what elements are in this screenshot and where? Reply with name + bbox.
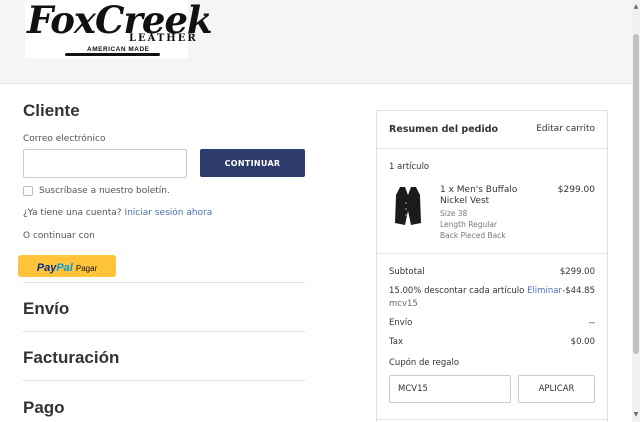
continue-button[interactable]: CONTINUAR xyxy=(200,149,305,177)
payment-heading[interactable]: Pago xyxy=(23,398,65,418)
discount-remove-link[interactable]: Eliminar xyxy=(527,286,562,296)
discount-code: mcv15 xyxy=(389,299,418,309)
shipping-heading[interactable]: Envío xyxy=(23,299,69,319)
shipping-label: Envío xyxy=(389,318,413,328)
item-price: $299.00 xyxy=(557,185,595,195)
email-label: Correo electrónico xyxy=(23,134,106,144)
item-option-back: Back Pieced Back xyxy=(440,231,506,240)
summary-divider xyxy=(377,419,607,420)
customer-heading: Cliente xyxy=(23,101,80,120)
item-count: 1 artículo xyxy=(389,162,430,172)
account-prompt: ¿Ya tiene una cuenta? Iniciar sesión aho… xyxy=(23,208,212,218)
paypal-logo-pal: Pal xyxy=(56,261,73,274)
apply-coupon-button[interactable]: APLICAR xyxy=(518,375,595,403)
item-option-length: Length Regular xyxy=(440,220,498,229)
foxcreek-logo[interactable]: FoxCreek LEATHER AMERICAN MADE xyxy=(25,0,213,58)
item-option-size: Size 38 xyxy=(440,209,468,218)
discount-label: 15.00% descontar cada artículo xyxy=(389,286,525,296)
coupon-input[interactable] xyxy=(389,375,511,403)
discount-value: -$44.85 xyxy=(562,286,595,296)
account-question: ¿Ya tiene una cuenta? xyxy=(23,208,122,218)
site-header: FoxCreek LEATHER AMERICAN MADE xyxy=(0,0,632,84)
section-divider xyxy=(23,380,305,381)
scroll-down-arrow-icon[interactable]: ▼ xyxy=(632,412,640,418)
login-link[interactable]: Iniciar sesión ahora xyxy=(124,208,212,218)
item-name-line2: Nickel Vest xyxy=(440,196,490,206)
paypal-action: Pagar xyxy=(75,263,98,273)
subtotal-value: $299.00 xyxy=(559,267,595,277)
subtotal-label: Subtotal xyxy=(389,267,425,277)
tax-label: Tax xyxy=(389,337,404,347)
section-divider xyxy=(23,282,305,283)
scroll-thumb[interactable] xyxy=(633,34,639,354)
coupon-label: Cupón de regalo xyxy=(389,358,460,368)
email-input[interactable] xyxy=(23,149,187,178)
order-summary: Resumen del pedido Editar carrito 1 artí… xyxy=(376,110,608,422)
newsletter-label: Suscríbase a nuestro boletín. xyxy=(39,186,170,196)
paypal-logo-pay: Pay xyxy=(36,261,57,274)
summary-divider xyxy=(377,253,607,254)
tax-value: $0.00 xyxy=(570,337,595,347)
logo-leather: LEATHER xyxy=(129,33,198,44)
newsletter-checkbox[interactable] xyxy=(23,186,33,196)
shipping-value: -- xyxy=(588,318,595,328)
section-divider xyxy=(23,331,305,332)
or-continue-label: O continuar con xyxy=(23,231,95,241)
paypal-button[interactable]: PayPal Pagar xyxy=(18,255,116,277)
logo-swoosh-icon xyxy=(65,53,160,56)
item-name-line1: 1 x Men's Buffalo xyxy=(440,185,518,195)
summary-divider xyxy=(377,148,607,149)
summary-title: Resumen del pedido xyxy=(389,124,499,135)
discount-row: 15.00% descontar cada artículo Eliminar xyxy=(389,286,562,296)
page-scrollbar[interactable]: ▲ ▼ xyxy=(632,0,640,422)
logo-tagline: AMERICAN MADE xyxy=(87,46,150,53)
edit-cart-link[interactable]: Editar carrito xyxy=(536,124,595,134)
vest-thumbnail-icon[interactable] xyxy=(391,185,425,227)
scroll-up-arrow-icon[interactable]: ▲ xyxy=(632,4,640,10)
billing-heading[interactable]: Facturación xyxy=(23,348,119,368)
